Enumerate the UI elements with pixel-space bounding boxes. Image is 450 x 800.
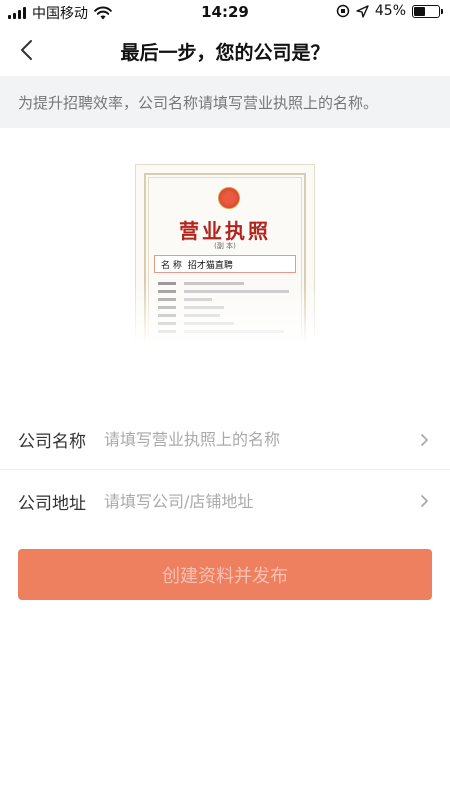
license-title: 营业执照	[179, 219, 271, 243]
license-name-box: 名 称 招才猫直聘	[154, 255, 296, 273]
chevron-right-icon	[421, 495, 428, 507]
chevron-right-icon	[421, 433, 428, 446]
battery-icon	[412, 4, 443, 18]
page-title: 最后一步，您的公司是？	[120, 42, 330, 64]
battery-fill	[414, 6, 425, 16]
create-and-publish-button[interactable]: 创建资料并发布	[18, 549, 432, 600]
company-address-label: 公司地址	[18, 493, 86, 514]
orientation-lock-icon	[336, 4, 350, 18]
company-address-input[interactable]	[104, 491, 418, 511]
license-fade-overlay	[135, 284, 315, 354]
national-emblem-icon	[218, 187, 240, 209]
license-name-label: 名 称	[161, 260, 182, 271]
business-license-image: 营业执照 (副 本) 名 称 招才猫直聘	[135, 164, 315, 354]
status-right: 45%	[336, 3, 443, 19]
status-bar: 中国移动 14:29 45%	[0, 0, 450, 24]
battery-percent: 45%	[374, 3, 406, 19]
company-address-row[interactable]: 公司地址	[0, 471, 450, 531]
license-subtitle: (副 本)	[214, 242, 236, 250]
company-name-input[interactable]	[104, 430, 418, 449]
hint-text: 为提升招聘效率，公司名称请填写营业执照上的名称。	[18, 93, 379, 112]
company-name-row[interactable]: 公司名称	[0, 410, 450, 470]
license-name-value: 招才猫直聘	[187, 260, 233, 271]
nav-bar: 最后一步，您的公司是？	[0, 24, 450, 76]
company-name-label: 公司名称	[18, 432, 86, 452]
location-icon	[356, 4, 369, 18]
hint-bar: 为提升招聘效率，公司名称请填写营业执照上的名称。	[0, 76, 450, 128]
